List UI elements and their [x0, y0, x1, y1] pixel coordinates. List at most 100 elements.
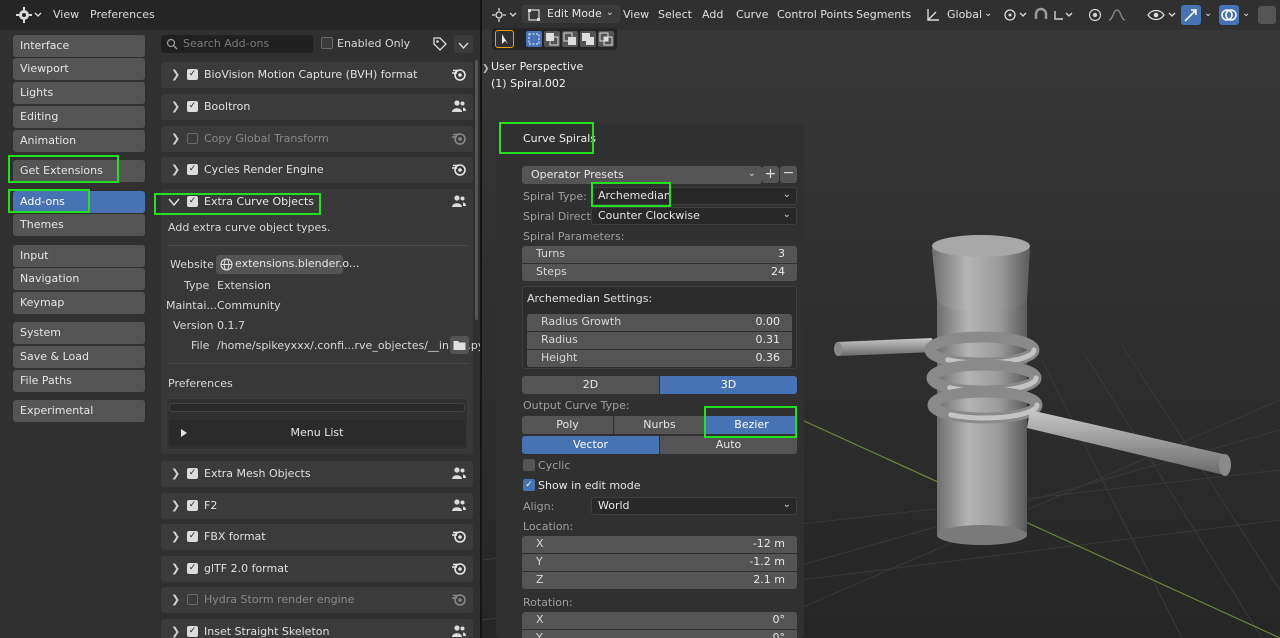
expand-arrow-icon[interactable]: ❯ [171, 593, 180, 606]
radius-field[interactable]: Radius 0.31 [527, 332, 792, 349]
location-z-field[interactable]: Z 2.1 m [522, 572, 797, 589]
addon-row[interactable]: ❯ ✓ Extra Mesh Objects [161, 461, 473, 487]
select-box-subtract-icon[interactable] [562, 31, 578, 47]
addon-enabled-checkbox[interactable]: ✓ [187, 500, 198, 511]
addon-enabled-checkbox[interactable]: ✓ [187, 69, 198, 80]
addon-row[interactable]: ❯ ✓ Cycles Render Engine [161, 157, 473, 183]
spiral-direction-dropdown[interactable]: Counter Clockwise ⌄ [591, 207, 797, 225]
sidebar-item-lights[interactable]: Lights [13, 82, 145, 104]
select-box-invert-icon[interactable] [580, 31, 596, 47]
addon-enabled-checkbox[interactable]: ✓ [187, 531, 198, 542]
expand-arrow-icon[interactable]: ❯ [171, 562, 180, 575]
overlays-toggle-icon[interactable] [1219, 5, 1239, 25]
editor-type-icon[interactable] [16, 7, 44, 23]
toolbar-collapse-icon[interactable]: ❯ [482, 64, 490, 74]
select-box-intersect-icon[interactable] [598, 31, 614, 47]
sidebar-item-system[interactable]: System [13, 322, 145, 344]
sidebar-item-input[interactable]: Input [13, 245, 145, 267]
sidebar-item-animation[interactable]: Animation [13, 130, 145, 152]
select-box-new-icon[interactable] [526, 31, 542, 47]
mode-dropdown[interactable]: Edit Mode ⌄ [522, 5, 620, 23]
addon-enabled-checkbox[interactable] [187, 133, 198, 144]
addon-row[interactable]: ❯ ✓ Booltron [161, 94, 473, 120]
cyclic-checkbox[interactable] [523, 459, 535, 471]
sidebar-item-editing[interactable]: Editing [13, 106, 145, 128]
addon-enabled-checkbox[interactable]: ✓ [187, 563, 198, 574]
addon-row[interactable]: ❯ ✓ F2 [161, 493, 473, 519]
tag-icon[interactable] [432, 36, 448, 55]
sidebar-item-get-extensions[interactable]: Get Extensions [13, 160, 145, 182]
location-x-field[interactable]: X -12 m [522, 536, 797, 553]
sidebar-item-navigation[interactable]: Navigation [13, 268, 145, 290]
search-input[interactable]: Search Add-ons [161, 35, 313, 53]
operator-panel-title[interactable]: Curve Spirals [523, 132, 596, 145]
add-preset-button[interactable]: + [762, 166, 779, 183]
select-tweak-icon[interactable] [495, 30, 514, 48]
expand-arrow-icon[interactable]: ❯ [171, 467, 180, 480]
addon-row[interactable]: ❯ ✓ BioVision Motion Capture (BVH) forma… [161, 62, 473, 88]
addon-enabled-checkbox[interactable]: ✓ [187, 468, 198, 479]
location-y-field[interactable]: Y -1.2 m [522, 554, 797, 571]
addon-enabled-checkbox[interactable]: ✓ [187, 196, 198, 207]
website-button[interactable]: extensions.blender.o... [216, 255, 359, 274]
menu-view[interactable]: View [53, 8, 79, 21]
select-box-extend-icon[interactable] [544, 31, 560, 47]
turns-field[interactable]: Turns 3 [522, 246, 797, 263]
addon-row-expanded[interactable]: ✓ Extra Curve Objects [161, 189, 473, 215]
expand-arrow-icon[interactable]: ❯ [171, 530, 180, 543]
curve-type-nurbs-button[interactable]: Nurbs [614, 416, 705, 434]
curve-type-poly-button[interactable]: Poly [522, 416, 613, 434]
sidebar-item-themes[interactable]: Themes [13, 214, 145, 236]
menu-control-points[interactable]: Control Points [777, 8, 853, 21]
sidebar-item-viewport[interactable]: Viewport [13, 58, 145, 80]
addon-enabled-checkbox[interactable]: ✓ [187, 626, 198, 637]
chevron-down-icon[interactable]: ⌄ [984, 8, 992, 19]
sidebar-item-experimental[interactable]: Experimental [13, 400, 145, 422]
sidebar-item-file-paths[interactable]: File Paths [13, 370, 145, 392]
spiral-type-dropdown[interactable]: Archemedian ⌄ [591, 187, 797, 205]
addon-enabled-checkbox[interactable] [187, 594, 198, 605]
show-edit-mode-checkbox[interactable]: ✓ [523, 479, 535, 491]
operator-presets-dropdown[interactable]: Operator Presets ⌄ [522, 166, 762, 184]
filter-dropdown-button[interactable] [454, 35, 473, 53]
visibility-icon[interactable] [1147, 7, 1179, 26]
xray-toggle-icon[interactable] [1258, 6, 1276, 24]
menu-add[interactable]: Add [702, 8, 723, 21]
editor-type-icon[interactable] [492, 7, 518, 26]
sidebar-item-interface[interactable]: Interface [13, 35, 145, 57]
orientation-dropdown[interactable]: Global [947, 8, 982, 21]
rotation-x-field[interactable]: X 0° [522, 612, 797, 629]
sidebar-item-keymap[interactable]: Keymap [13, 292, 145, 314]
handle-auto-button[interactable]: Auto [660, 436, 797, 454]
curve-type-bezier-button[interactable]: Bezier [706, 416, 797, 434]
menu-preferences[interactable]: Preferences [90, 8, 155, 21]
collapse-arrow-icon[interactable] [168, 197, 180, 210]
expand-arrow-icon[interactable]: ❯ [171, 163, 180, 176]
addon-row[interactable]: ❯ ✓ Inset Straight Skeleton [161, 619, 473, 638]
chevron-down-icon[interactable]: ⌄ [1204, 8, 1212, 19]
dimension-3d-button[interactable]: 3D [660, 376, 797, 394]
menu-segments[interactable]: Segments [856, 8, 911, 21]
expand-arrow-icon[interactable]: ❯ [171, 68, 180, 81]
addon-row[interactable]: ❯ Copy Global Transform [161, 126, 473, 152]
open-folder-button[interactable] [450, 336, 469, 354]
addon-row[interactable]: ❯ ✓ FBX format [161, 524, 473, 550]
proportional-edit-icon[interactable] [1087, 7, 1135, 26]
addon-row[interactable]: ❯ Hydra Storm render engine [161, 587, 473, 613]
addon-enabled-checkbox[interactable]: ✓ [187, 164, 198, 175]
addon-row[interactable]: ❯ ✓ glTF 2.0 format [161, 556, 473, 582]
3d-viewport[interactable]: Edit Mode ⌄ View Select Add Curve Contro… [482, 0, 1280, 638]
gizmo-toggle-icon[interactable] [1181, 5, 1201, 25]
scrollbar[interactable] [475, 60, 478, 320]
remove-preset-button[interactable]: − [780, 166, 797, 183]
snap-icon[interactable] [1033, 7, 1075, 26]
expand-arrow-icon[interactable]: ❯ [171, 132, 180, 145]
addon-enabled-checkbox[interactable]: ✓ [187, 101, 198, 112]
menu-list-button[interactable]: Menu List [169, 420, 465, 446]
rotation-y-field[interactable]: Y 0° [522, 630, 797, 638]
menu-select[interactable]: Select [658, 8, 692, 21]
handle-vector-button[interactable]: Vector [522, 436, 659, 454]
height-field[interactable]: Height 0.36 [527, 350, 792, 367]
steps-field[interactable]: Steps 24 [522, 264, 797, 281]
radius-growth-field[interactable]: Radius Growth 0.00 [527, 314, 792, 331]
